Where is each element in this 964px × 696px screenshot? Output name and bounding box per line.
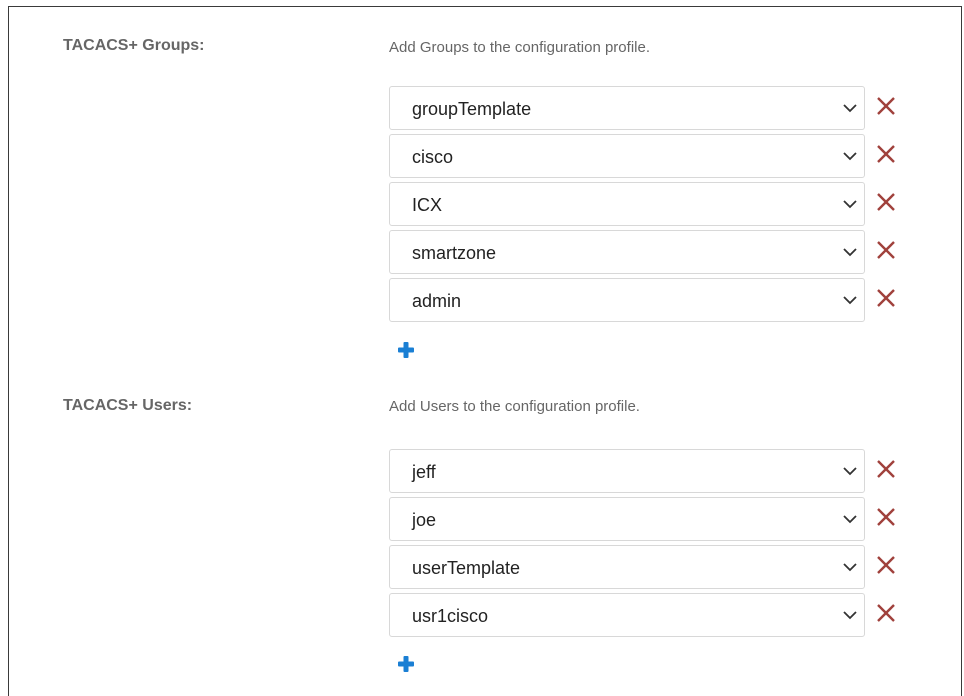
chevron-down-icon — [843, 296, 857, 305]
chevron-down-icon — [843, 515, 857, 524]
group-select[interactable]: ICX — [389, 182, 865, 226]
group-select-value: admin — [412, 291, 462, 311]
chevron-down-icon — [843, 152, 857, 161]
group-select[interactable]: smartzone — [389, 230, 865, 274]
user-select[interactable]: usr1cisco — [389, 593, 865, 637]
close-icon[interactable] — [875, 191, 897, 213]
user-row: joe — [389, 497, 909, 541]
close-icon[interactable] — [875, 554, 897, 576]
group-select[interactable]: admin — [389, 278, 865, 322]
user-select-value: userTemplate — [412, 558, 521, 578]
user-select[interactable]: jeff — [389, 449, 865, 493]
chevron-down-icon — [843, 248, 857, 257]
group-select[interactable]: groupTemplate — [389, 86, 865, 130]
close-icon[interactable] — [875, 287, 897, 309]
group-row: ICX — [389, 182, 909, 226]
user-select-value: joe — [412, 510, 437, 530]
add-group-button[interactable] — [397, 341, 415, 359]
group-row: groupTemplate — [389, 86, 909, 130]
user-select-value: usr1cisco — [412, 606, 489, 626]
tacacs-groups-list: groupTemplate cisco ICX smartzone admin — [389, 86, 909, 326]
user-select[interactable]: joe — [389, 497, 865, 541]
chevron-down-icon — [843, 563, 857, 572]
group-select-value: ICX — [412, 195, 443, 215]
tacacs-users-list: jeff joe userTemplate usr1cisco — [389, 449, 909, 641]
close-icon[interactable] — [875, 506, 897, 528]
group-row: smartzone — [389, 230, 909, 274]
chevron-down-icon — [843, 611, 857, 620]
close-icon[interactable] — [875, 239, 897, 261]
user-select[interactable]: userTemplate — [389, 545, 865, 589]
chevron-down-icon — [843, 200, 857, 209]
close-icon[interactable] — [875, 602, 897, 624]
group-select-value: groupTemplate — [412, 99, 532, 119]
group-row: cisco — [389, 134, 909, 178]
user-select-value: jeff — [412, 462, 436, 482]
tacacs-users-description: Add Users to the configuration profile. — [389, 398, 640, 415]
close-icon[interactable] — [875, 458, 897, 480]
group-select-value: smartzone — [412, 243, 497, 263]
close-icon[interactable] — [875, 143, 897, 165]
chevron-down-icon — [843, 467, 857, 476]
add-user-button[interactable] — [397, 655, 415, 673]
tacacs-groups-description: Add Groups to the configuration profile. — [389, 39, 650, 56]
tacacs-users-label: TACACS+ Users: — [63, 397, 193, 414]
group-row: admin — [389, 278, 909, 322]
close-icon[interactable] — [875, 95, 897, 117]
user-row: userTemplate — [389, 545, 909, 589]
group-select[interactable]: cisco — [389, 134, 865, 178]
group-select-value: cisco — [412, 147, 454, 167]
user-row: usr1cisco — [389, 593, 909, 637]
user-row: jeff — [389, 449, 909, 493]
chevron-down-icon — [843, 104, 857, 113]
tacacs-groups-label: TACACS+ Groups: — [63, 37, 205, 54]
tacacs-config-panel: TACACS+ Groups: Add Groups to the config… — [8, 6, 962, 696]
